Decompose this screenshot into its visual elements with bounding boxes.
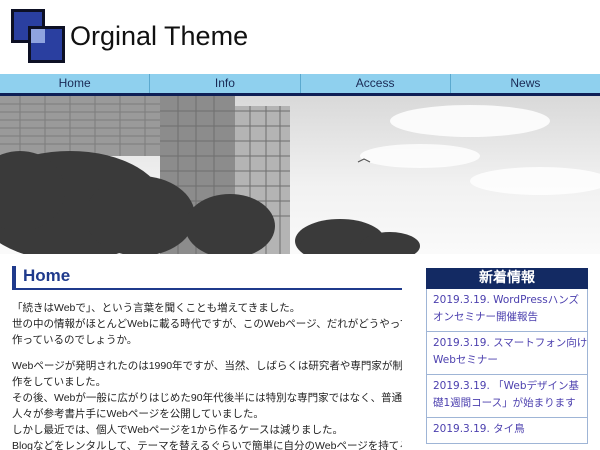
sidebar-heading: 新着情報 (426, 268, 588, 289)
sidebar-news: 新着情報 2019.3.19. WordPressハンズ オンセミナー開催報告 … (426, 268, 588, 450)
nav-item-info[interactable]: Info (150, 74, 301, 93)
intro-paragraph: 「続きはWebで」、という言葉を聞くことも増えてきました。 世の中の情報がほとん… (12, 300, 402, 348)
site-logo-icon[interactable] (11, 9, 67, 65)
news-item-line[interactable]: 2019.3.19. スマートフォン向け (433, 335, 587, 352)
news-item[interactable]: 2019.3.19. 「Webデザイン基 礎1週間コース」が始まります (426, 375, 588, 418)
hero-image (0, 96, 600, 254)
news-item-line[interactable]: 2019.3.19. 「Webデザイン基 (433, 378, 581, 395)
news-list: 2019.3.19. WordPressハンズ オンセミナー開催報告 2019.… (426, 289, 588, 444)
news-item-line[interactable]: Webセミナー (433, 352, 581, 369)
main-content: Home 「続きはWebで」、という言葉を聞くことも増えてきました。 世の中の情… (12, 266, 402, 450)
nav-item-access[interactable]: Access (301, 74, 451, 93)
nav-item-news[interactable]: News (451, 74, 600, 93)
news-item-line[interactable]: 礎1週間コース」が始まります (433, 395, 581, 412)
history-paragraph: Webページが発明されたのは1990年ですが、当然、しばらくは研究者や専門家が制… (12, 358, 402, 450)
news-item[interactable]: 2019.3.19. WordPressハンズ オンセミナー開催報告 (426, 289, 588, 332)
paragraph-line: 作をしていました。 (12, 376, 107, 388)
news-item[interactable]: 2019.3.19. スマートフォン向け Webセミナー (426, 332, 588, 375)
paragraph-line: 作っているのでしょうか。 (12, 334, 138, 346)
news-item-line[interactable]: 2019.3.19. WordPressハンズ (433, 292, 581, 309)
nav-item-home[interactable]: Home (0, 74, 151, 93)
paragraph-line: Webページが発明されたのは1990年ですが、当然、しばらくは研究者や専門家が制 (12, 360, 402, 372)
paragraph-line: その後、Webが一般に広がりはじめた90年代後半には特別な専門家ではなく、普通の (12, 392, 402, 404)
paragraph-line: 世の中の情報がほとんどWebに載る時代ですが、このWebページ、だれがどうやって (12, 318, 402, 330)
hero-city-photo (0, 96, 600, 254)
paragraph-line: 人々が参考書片手にWebページを公開していました。 (12, 408, 264, 420)
page-title: Home (12, 266, 402, 290)
logo-square-overlap (31, 29, 45, 43)
site-header: Orginal Theme (0, 0, 600, 74)
news-item-line[interactable]: オンセミナー開催報告 (433, 309, 581, 326)
news-item-line[interactable]: 2019.3.19. タイ鳥 (433, 421, 581, 438)
paragraph-line: しかし最近では、個人でWebページを1から作るケースは減りました。 (12, 424, 344, 436)
news-item[interactable]: 2019.3.19. タイ鳥 (426, 418, 588, 444)
paragraph-line: Blogなどをレンタルして、テーマを替えるぐらいで簡単に自分のWebページを持て… (12, 440, 402, 450)
paragraph-line: 「続きはWebで」、という言葉を聞くことも増えてきました。 (12, 302, 301, 314)
site-title[interactable]: Orginal Theme (70, 19, 248, 53)
global-nav: Home Info Access News (0, 74, 600, 96)
